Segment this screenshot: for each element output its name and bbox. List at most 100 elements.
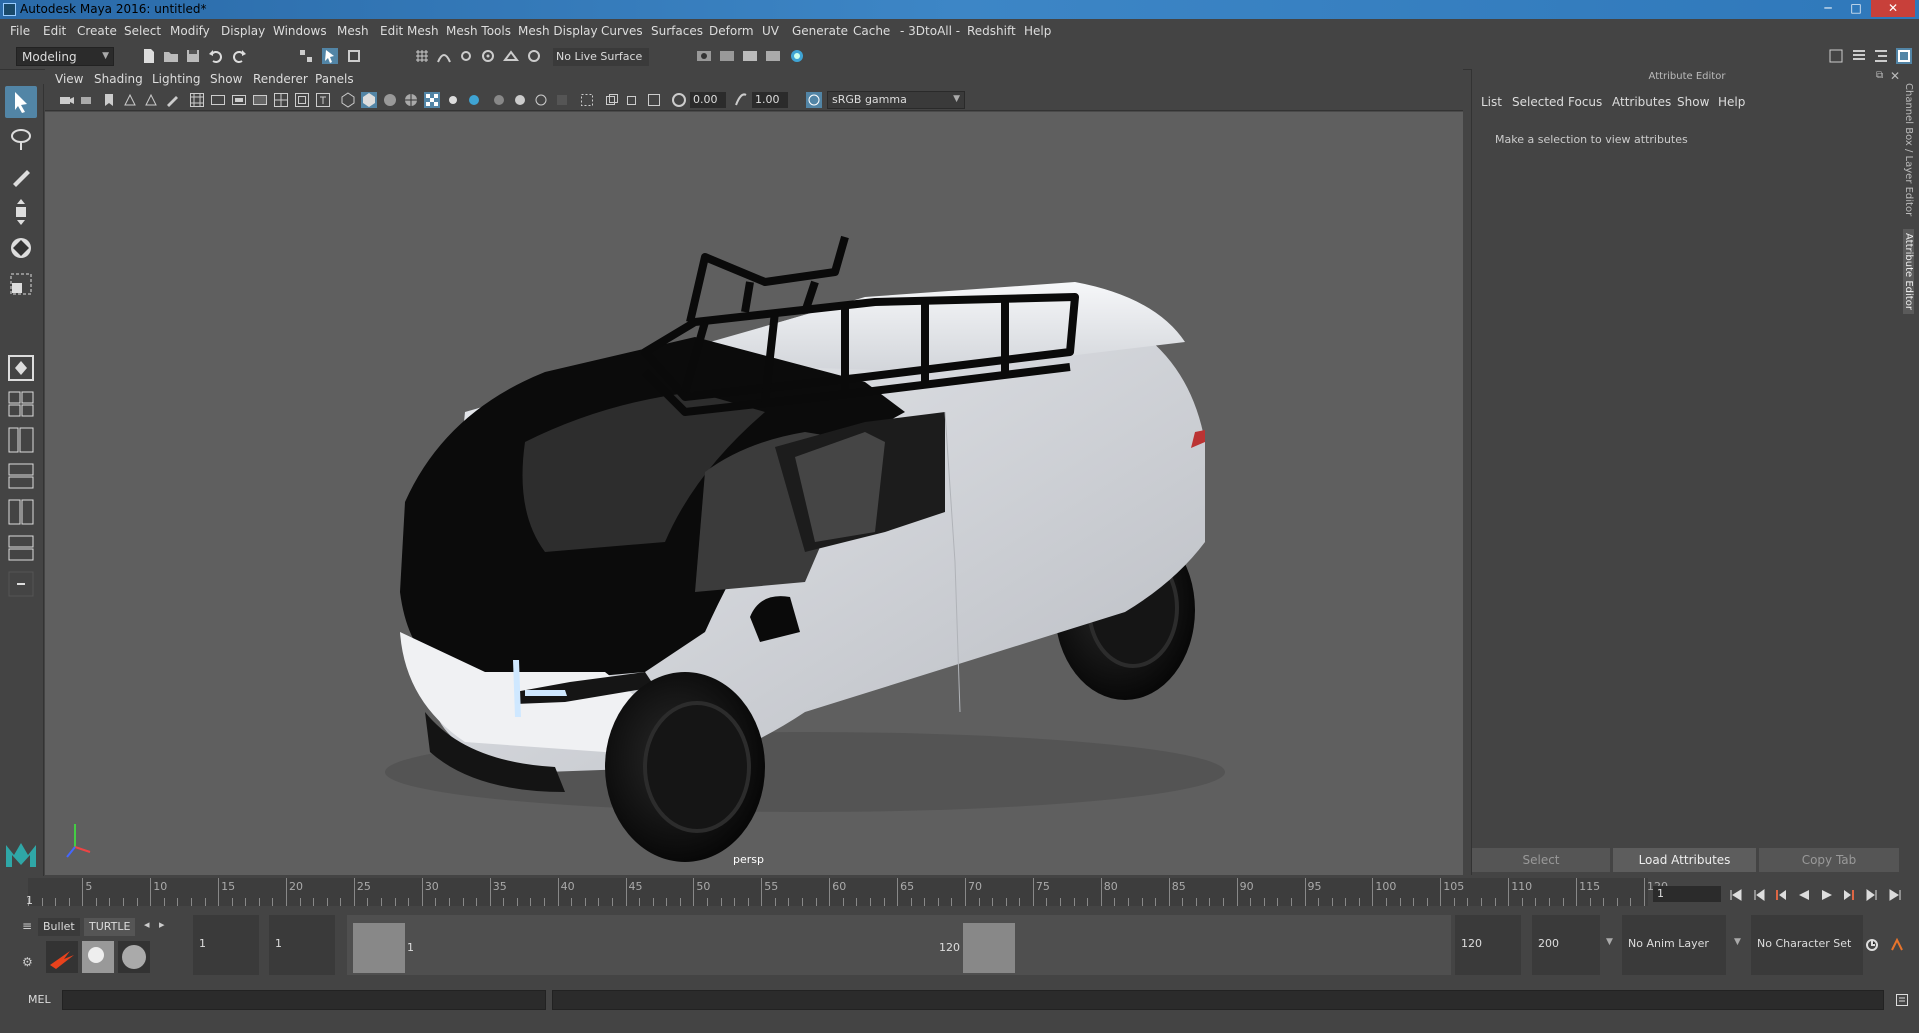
attr-menu-help[interactable]: Help — [1718, 95, 1745, 109]
animation-end-field[interactable]: 200 — [1532, 915, 1600, 975]
menu-redshift[interactable]: Redshift — [967, 24, 1016, 38]
3d-viewport[interactable]: persp — [45, 112, 1463, 875]
attr-menu-attributes[interactable]: Attributes — [1612, 95, 1671, 109]
gamma-field[interactable]: 1.00 — [752, 92, 788, 108]
depth-of-field-icon[interactable] — [554, 92, 570, 108]
new-scene-icon[interactable] — [141, 48, 157, 64]
step-back-key-icon[interactable] — [1751, 887, 1767, 903]
mode-selector[interactable]: Modeling ▼ — [16, 47, 114, 66]
viewport-menu-lighting[interactable]: Lighting — [152, 72, 201, 86]
more-layouts-button[interactable] — [5, 568, 37, 600]
viewport-menu-renderer[interactable]: Renderer — [253, 72, 308, 86]
go-to-start-icon[interactable] — [1728, 887, 1744, 903]
modeling-toolkit-icon[interactable] — [1828, 48, 1844, 64]
redshift-shelf-icon[interactable] — [46, 941, 78, 973]
rotate-tool-button[interactable] — [5, 232, 37, 264]
shelf-tab-turtle[interactable]: TURTLE — [84, 918, 136, 936]
shelf-settings-icon[interactable]: ⚙ — [22, 955, 33, 969]
hypershade-icon[interactable] — [765, 48, 781, 64]
close-button[interactable]: ✕ — [1871, 0, 1915, 17]
field-chart-icon[interactable] — [273, 92, 289, 108]
auto-key-icon[interactable] — [1864, 937, 1880, 953]
minimize-button[interactable]: ─ — [1815, 0, 1841, 17]
undo-icon[interactable] — [208, 48, 224, 64]
range-slider-track[interactable]: 1 120 — [347, 915, 1451, 975]
menu-edit-mesh[interactable]: Edit Mesh — [380, 24, 439, 38]
play-backward-icon[interactable] — [1796, 887, 1812, 903]
playback-end-field[interactable]: 120 — [1455, 915, 1521, 975]
resolution-gate-icon[interactable] — [231, 92, 247, 108]
script-editor-icon[interactable] — [1894, 992, 1910, 1008]
live-surface-field[interactable]: No Live Surface — [553, 48, 649, 66]
channel-box-icon[interactable] — [1896, 48, 1912, 64]
end-dropdown-icon[interactable]: ▼ — [1606, 937, 1613, 947]
attr-menu-focus[interactable]: Focus — [1568, 95, 1602, 109]
render-settings-icon[interactable] — [742, 48, 758, 64]
ipr-render-icon[interactable] — [719, 48, 735, 64]
safe-action-icon[interactable] — [294, 92, 310, 108]
exposure-icon[interactable] — [671, 92, 687, 108]
select-hierarchy-icon[interactable] — [298, 48, 314, 64]
play-forward-icon[interactable] — [1819, 887, 1835, 903]
persp-graph-layout-button[interactable] — [5, 460, 37, 492]
attr-menu-list[interactable]: List — [1481, 95, 1502, 109]
shadows-icon[interactable] — [466, 92, 482, 108]
snap-view-plane-icon[interactable] — [480, 48, 496, 64]
menu-uv[interactable]: UV — [762, 24, 779, 38]
select-tool-button[interactable] — [5, 86, 37, 118]
camera-icon[interactable] — [59, 92, 75, 108]
menu-generate[interactable]: Generate — [792, 24, 848, 38]
attr-menu-show[interactable]: Show — [1677, 95, 1709, 109]
redo-icon[interactable] — [231, 48, 247, 64]
xray-components-icon[interactable] — [646, 92, 662, 108]
isolate-select-icon[interactable] — [579, 92, 595, 108]
uv-editor-layout-button[interactable] — [5, 532, 37, 564]
render-frame-icon[interactable] — [696, 48, 712, 64]
menu-mesh-tools[interactable]: Mesh Tools — [446, 24, 511, 38]
tool-settings-icon[interactable] — [1873, 48, 1889, 64]
menu-modify[interactable]: Modify — [170, 24, 210, 38]
select-component-icon[interactable] — [346, 48, 362, 64]
time-slider[interactable]: 5 10 15 20 25 30 35 40 45 50 55 60 65 70 75 80 85 90 95 100… — [0, 876, 1919, 909]
viewport-menu-show[interactable]: Show — [210, 72, 242, 86]
menu-help[interactable]: Help — [1024, 24, 1051, 38]
material-shelf-icon[interactable] — [82, 941, 114, 973]
move-tool-button[interactable] — [5, 196, 37, 228]
grease-pencil-icon[interactable] — [164, 92, 180, 108]
lasso-tool-button[interactable] — [5, 124, 37, 156]
shelf-tab-bullet[interactable]: Bullet — [38, 918, 80, 936]
film-gate-icon[interactable] — [210, 92, 226, 108]
smooth-shade-icon[interactable] — [361, 92, 377, 108]
command-input[interactable] — [62, 990, 546, 1010]
viewport-menu-view[interactable]: View — [55, 72, 83, 86]
menu-select[interactable]: Select — [124, 24, 161, 38]
menu-display[interactable]: Display — [221, 24, 265, 38]
gamma-icon[interactable] — [733, 92, 749, 108]
shelf-tab-left-icon[interactable]: ◂ — [144, 918, 150, 931]
view-transform-select[interactable]: sRGB gamma ▼ — [827, 91, 965, 109]
menu-edit[interactable]: Edit — [43, 24, 66, 38]
go-to-end-icon[interactable] — [1887, 887, 1903, 903]
step-forward-key-icon[interactable] — [1864, 887, 1880, 903]
safe-title-icon[interactable] — [315, 92, 331, 108]
snap-grid-icon[interactable] — [414, 48, 430, 64]
viewport-menu-panels[interactable]: Panels — [315, 72, 354, 86]
load-attributes-button[interactable]: Load Attributes — [1613, 848, 1756, 872]
open-scene-icon[interactable] — [163, 48, 179, 64]
close-panel-icon[interactable]: ✕ — [1890, 69, 1900, 83]
bookmark-icon[interactable] — [101, 92, 117, 108]
paint-select-tool-button[interactable] — [5, 160, 37, 192]
shelf-menu-icon[interactable]: ≡ — [22, 919, 32, 933]
snap-live-icon[interactable] — [526, 48, 542, 64]
gate-mask-icon[interactable] — [252, 92, 268, 108]
image-plane-icon[interactable] — [122, 92, 138, 108]
shelf-tab-right-icon[interactable]: ▸ — [159, 918, 165, 931]
single-perspective-layout-button[interactable] — [5, 352, 37, 384]
menu-file[interactable]: File — [10, 24, 30, 38]
viewport-menu-shading[interactable]: Shading — [94, 72, 143, 86]
four-view-layout-button[interactable] — [5, 388, 37, 420]
copy-tab-button[interactable]: Copy Tab — [1759, 848, 1899, 872]
character-set-select[interactable]: No Character Set — [1751, 915, 1863, 975]
anim-layer-select[interactable]: No Anim Layer — [1622, 915, 1726, 975]
select-object-icon[interactable] — [322, 48, 338, 64]
